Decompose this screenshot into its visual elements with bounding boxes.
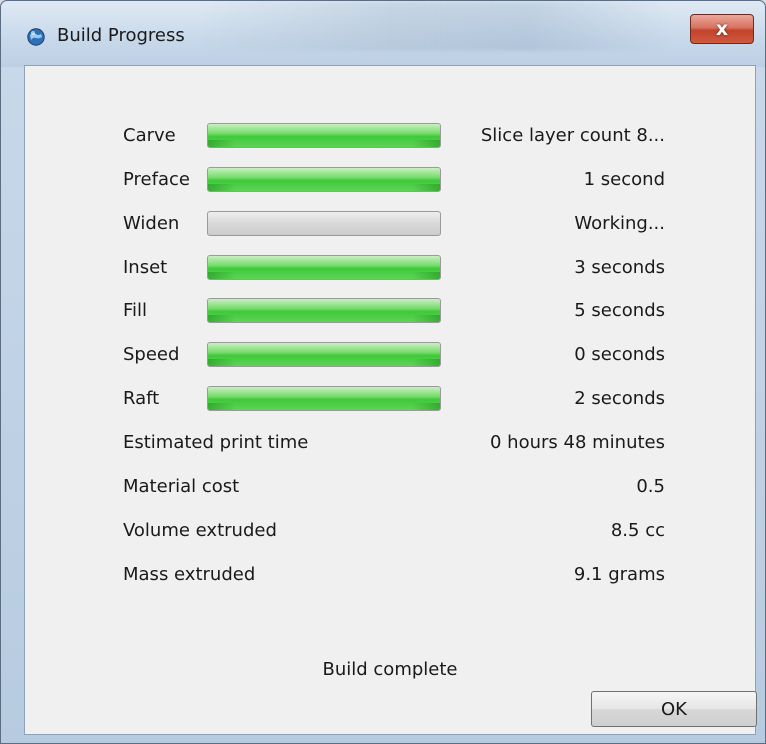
step-value: Slice layer count 8... [480,125,665,146]
close-icon: x [715,18,729,40]
step-value: 5 seconds [574,300,665,321]
build-progress-window: Build Progress x Carve Slice layer count… [0,0,766,744]
step-label: Carve [123,125,176,146]
step-row-raft: Raft 2 seconds [25,384,755,414]
stat-label: Mass extruded [123,564,256,585]
stat-value: 8.5 cc [610,520,665,541]
step-label: Speed [123,344,180,365]
stat-value: 9.1 grams [573,564,665,585]
step-row-carve: Carve Slice layer count 8... [25,121,755,151]
progress-bar [207,123,441,148]
progress-bar-fill [208,387,440,410]
ok-button[interactable]: OK [591,691,757,727]
dialog-body: Carve Slice layer count 8... Preface 1 s… [24,65,757,735]
stat-row-print-time: Estimated print time 0 hours 48 minutes [25,428,755,458]
progress-bar [207,167,441,192]
stat-label: Material cost [123,476,240,497]
step-row-speed: Speed 0 seconds [25,340,755,370]
window-title: Build Progress [57,25,185,46]
stat-label: Estimated print time [123,432,309,453]
stat-label: Volume extruded [123,520,277,541]
progress-bar [207,211,441,236]
progress-bar [207,298,441,323]
globe-icon [27,28,45,46]
step-value: 2 seconds [574,388,665,409]
step-label: Fill [123,300,148,321]
step-label: Widen [123,213,180,234]
stat-row-volume: Volume extruded 8.5 cc [25,516,755,546]
progress-bar-fill [208,299,440,322]
progress-bar-fill [208,168,440,191]
progress-bar [207,255,441,280]
step-value: 3 seconds [574,257,665,278]
step-row-fill: Fill 5 seconds [25,296,755,326]
step-row-inset: Inset 3 seconds [25,253,755,283]
stat-value: 0.5 [636,476,665,497]
step-label: Raft [123,388,160,409]
stat-row-mass: Mass extruded 9.1 grams [25,560,755,590]
build-status-text: Build complete [322,659,458,680]
close-button[interactable]: x [690,14,754,44]
step-value: Working... [574,213,665,234]
step-label: Preface [123,169,190,190]
step-row-widen: Widen Working... [25,209,755,239]
progress-bar-fill [208,124,440,147]
title-bar[interactable]: Build Progress x [1,1,765,67]
step-row-preface: Preface 1 second [25,165,755,195]
progress-bar [207,342,441,367]
step-label: Inset [123,257,168,278]
step-value: 1 second [583,169,665,190]
stat-value: 0 hours 48 minutes [490,432,665,453]
progress-bar-fill [208,343,440,366]
progress-bar-fill [208,256,440,279]
progress-bar [207,386,441,411]
stat-row-material-cost: Material cost 0.5 [25,472,755,502]
step-value: 0 seconds [574,344,665,365]
